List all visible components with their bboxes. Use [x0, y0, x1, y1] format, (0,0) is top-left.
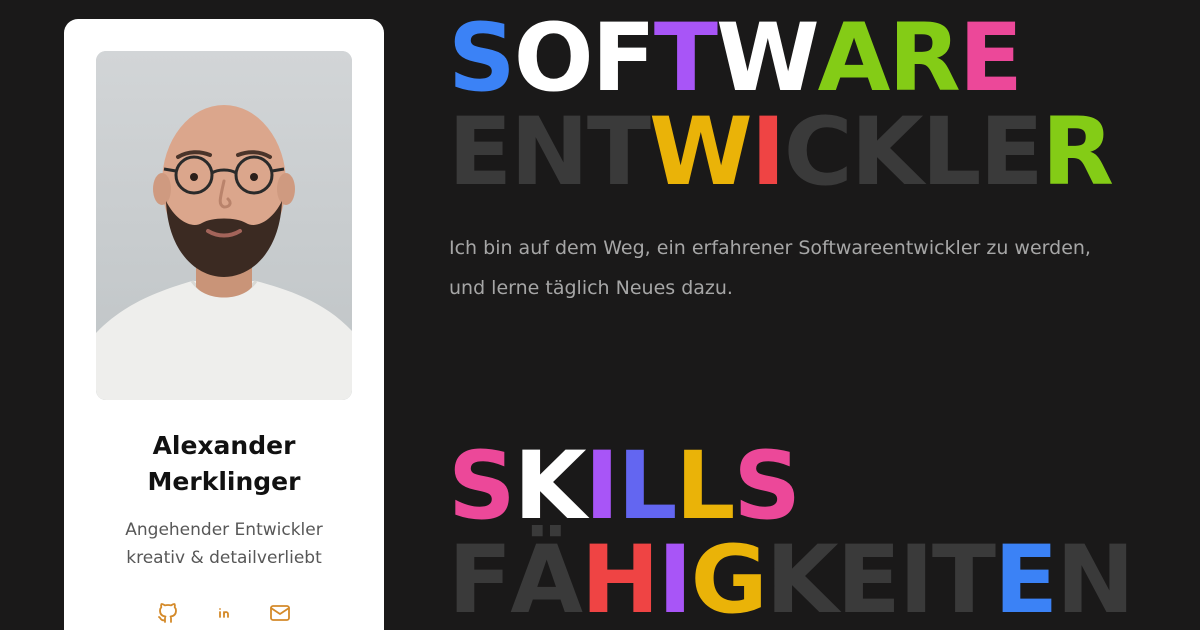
- hero-line2-letter-3: W: [649, 98, 753, 207]
- skills-line2-letter-8: T: [931, 526, 996, 630]
- linkedin-icon[interactable]: [212, 601, 236, 625]
- skills-line1-letter-2: I: [584, 432, 620, 541]
- skills-line2-letter-5: K: [765, 526, 839, 630]
- hero-line1-letter-1: O: [513, 4, 594, 113]
- profile-photo: [96, 51, 352, 400]
- skills-line2-letter-3: I: [657, 526, 693, 630]
- hero-line1-letter-3: T: [653, 4, 718, 113]
- hero-line2-letter-4: I: [750, 98, 786, 207]
- portrait-illustration: [96, 51, 352, 400]
- skills-title: SKILLS: [448, 432, 801, 541]
- hero-line2-letter-0: E: [448, 98, 512, 207]
- skills-line1-letter-3: L: [617, 432, 678, 541]
- page: Alexander Merklinger Angehender Entwickl…: [0, 0, 1200, 630]
- skills-subtitle-faehigkeiten: FÄHIGKEITEN: [448, 526, 1135, 630]
- hero-line1-letter-5: A: [817, 4, 891, 113]
- hero-intro-text: Ich bin auf dem Weg, ein erfahrener Soft…: [449, 237, 1091, 299]
- skills-line2-letter-0: F: [448, 526, 512, 630]
- hero-title-entwickler: ENTWICKLER: [448, 98, 1114, 207]
- skills-line2-letter-7: I: [898, 526, 934, 630]
- skills-line1-letter-0: S: [448, 432, 516, 541]
- hero-line2-letter-7: L: [921, 98, 982, 207]
- mail-icon[interactable]: [268, 601, 292, 625]
- hero-line2-letter-9: R: [1041, 98, 1114, 207]
- hero-line1-letter-7: E: [958, 4, 1023, 113]
- skills-line1-letter-5: S: [733, 432, 801, 541]
- hero-line2-letter-8: E: [979, 98, 1043, 207]
- hero-title-software: SOFTWARE: [448, 4, 1023, 113]
- hero-line1-letter-6: R: [888, 4, 960, 113]
- hero-line2-letter-2: T: [586, 98, 651, 207]
- skills-line2-letter-4: G: [690, 526, 768, 630]
- skills-line2-letter-1: Ä: [510, 526, 583, 630]
- hero-line2-letter-6: K: [850, 98, 924, 207]
- skills-line2-letter-2: H: [580, 526, 660, 630]
- skills-line2-letter-9: E: [993, 526, 1058, 630]
- profile-name: Alexander Merklinger: [64, 428, 384, 500]
- tagline-traits: kreativ & detailverliebt: [126, 548, 322, 568]
- profile-name-last: Merklinger: [147, 467, 301, 496]
- tagline-role: Angehender Entwickler: [125, 520, 323, 540]
- hero-line1-letter-4: W: [715, 4, 820, 113]
- hero-line1-letter-2: F: [591, 4, 656, 113]
- hero-line1-letter-0: S: [448, 4, 516, 113]
- profile-tagline: Angehender Entwickler kreativ & detailve…: [64, 516, 384, 572]
- profile-card: Alexander Merklinger Angehender Entwickl…: [64, 19, 384, 630]
- skills-line1-letter-4: L: [675, 432, 735, 541]
- skills-line2-letter-10: N: [1056, 526, 1135, 630]
- skills-line2-letter-6: E: [836, 526, 901, 630]
- social-links: [64, 601, 384, 625]
- github-icon[interactable]: [156, 601, 180, 625]
- hero-line2-letter-5: C: [783, 98, 853, 207]
- hero-line2-letter-1: N: [510, 98, 589, 207]
- skills-line1-letter-1: K: [513, 432, 587, 541]
- profile-name-first: Alexander: [152, 431, 296, 460]
